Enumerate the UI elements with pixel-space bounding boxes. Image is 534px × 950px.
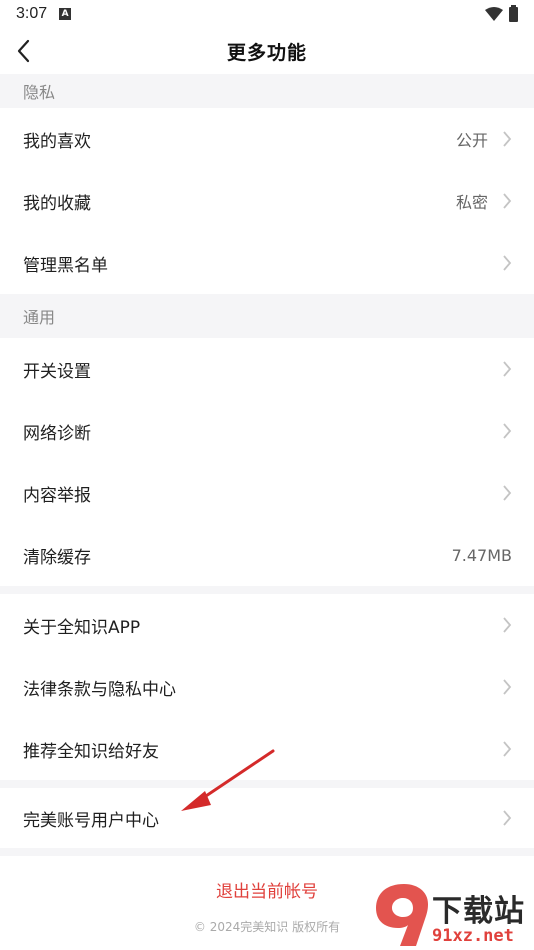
row-label: 我的喜欢 [23,131,91,152]
battery-icon [509,4,518,22]
chevron-right-icon [503,810,512,826]
row-value: 私密 [455,193,488,212]
nav-bar: 更多功能 [0,28,534,74]
row-label: 法律条款与隐私中心 [23,679,176,700]
wifi-icon [485,7,503,21]
row-legal-privacy-center[interactable]: 法律条款与隐私中心 [0,656,534,718]
logout-label: 退出当前帐号 [216,881,318,902]
section-header-general: 通用 [0,294,534,338]
notification-a-icon: A [59,8,72,20]
chevron-right-icon [503,423,512,439]
chevron-right-icon [503,361,512,377]
cache-size-value: 7.47MB [451,545,512,565]
watermark-domain: 91xz.net [432,926,514,946]
row-content-report[interactable]: 内容举报 [0,462,534,524]
chevron-right-icon [503,131,512,147]
status-icons [485,4,518,22]
row-switch-settings[interactable]: 开关设置 [0,338,534,400]
row-label: 网络诊断 [23,423,91,444]
watermark: 下载站 91xz.net [370,878,534,950]
page-title: 更多功能 [226,41,307,64]
chevron-right-icon [503,679,512,695]
row-label: 开关设置 [23,361,91,382]
annotation-arrow-icon [181,749,275,811]
chevron-right-icon [503,741,512,757]
row-network-diagnosis[interactable]: 网络诊断 [0,400,534,462]
row-label: 管理黑名单 [23,255,108,276]
row-label: 内容举报 [23,485,91,506]
watermark-title: 下载站 [432,894,525,929]
row-label: 清除缓存 [23,547,91,568]
chevron-right-icon [503,255,512,271]
chevron-right-icon [503,193,512,209]
section-divider [0,848,534,856]
chevron-right-icon [503,617,512,633]
section-header-label: 隐私 [23,83,56,102]
section-header-label: 通用 [23,308,56,327]
row-label: 推荐全知识给好友 [23,741,159,762]
row-clear-cache[interactable]: 清除缓存 7.47MB [0,524,534,586]
row-value: 公开 [455,131,488,150]
row-label: 关于全知识APP [23,617,141,638]
watermark-logo-icon [376,884,428,946]
row-label: 完美账号用户中心 [23,810,159,831]
row-manage-blacklist[interactable]: 管理黑名单 [0,232,534,294]
status-time: 3:07 [16,5,48,22]
chevron-right-icon [503,485,512,501]
row-about-app[interactable]: 关于全知识APP [0,594,534,656]
status-bar: 3:07 A [0,0,534,28]
row-my-favorites[interactable]: 我的收藏 私密 [0,170,534,232]
back-arrow-icon[interactable] [14,38,34,64]
section-header-privacy: 隐私 [0,74,534,108]
row-my-likes[interactable]: 我的喜欢 公开 [0,108,534,170]
section-divider [0,586,534,594]
row-label: 我的收藏 [23,193,91,214]
settings-list: 隐私 我的喜欢 公开 我的收藏 私密 管理黑名单 通用 开关设置 网络诊断 内容… [0,74,534,856]
